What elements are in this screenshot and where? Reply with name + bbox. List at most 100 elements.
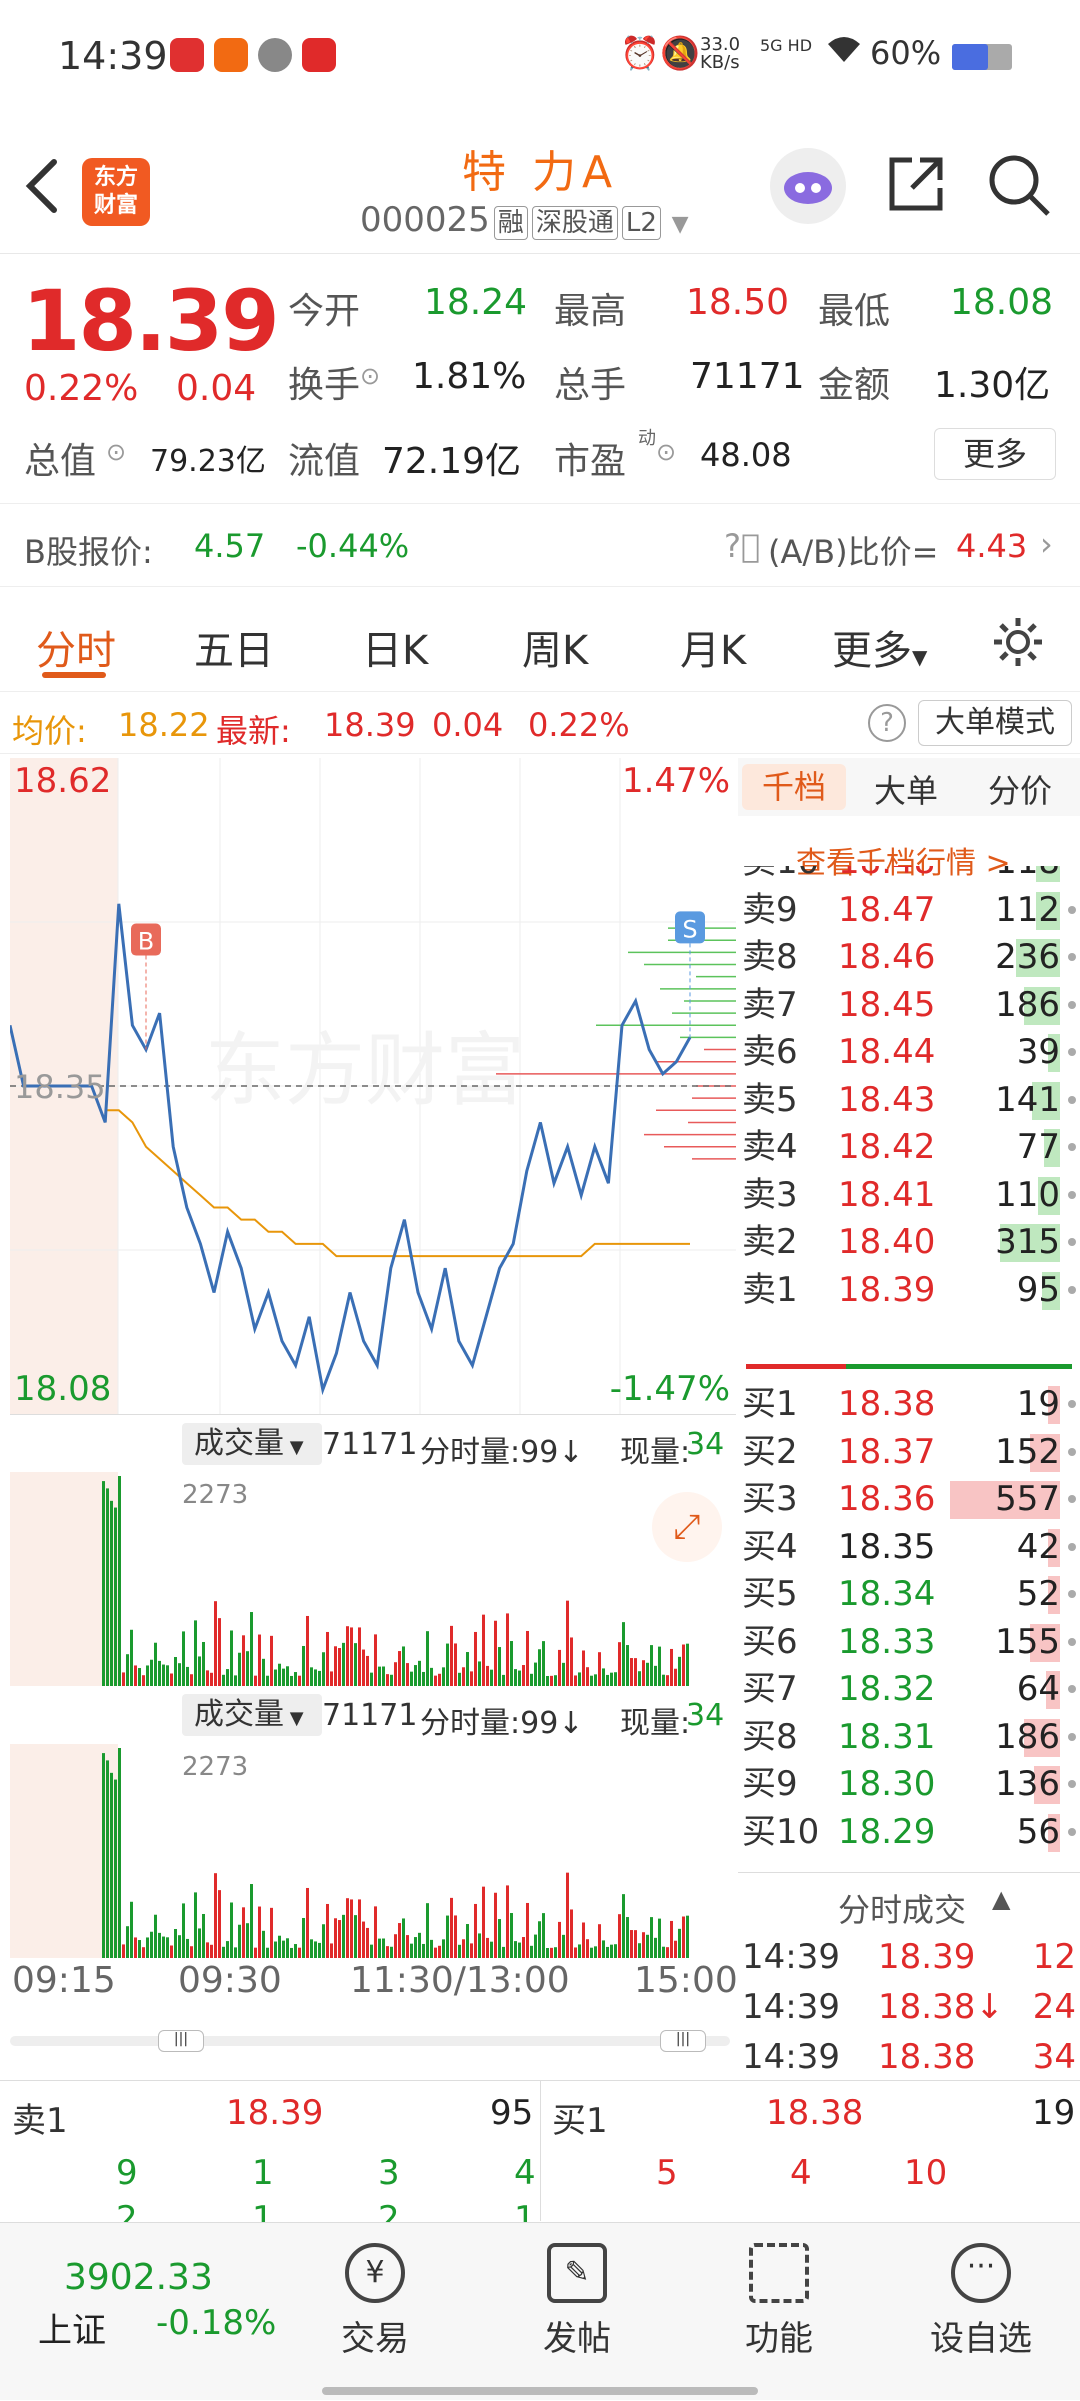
bid-row[interactable]: 买4 18.35 42 [738,1523,1080,1571]
nav-functions[interactable]: 功能 [714,2243,844,2360]
tab-monthly-k[interactable]: 月K [680,618,746,676]
level-dot [1068,1400,1076,1408]
tab-daily-k[interactable]: 日K [362,618,428,676]
volume-bar [142,1675,145,1686]
open-value: 18.24 [424,282,528,323]
bid-row[interactable]: 买1 18.38 19 [738,1380,1080,1428]
queue-order: 5 [656,2153,678,2193]
price-summary-line: 均价: 18.22 最新: 18.39 0.04 0.22% ? 大单模式 [0,692,1080,754]
ask-row[interactable]: 卖4 18.42 77 [738,1123,1080,1171]
tab-more[interactable]: 更多▼ [832,618,927,676]
volume-bar [334,1918,337,1958]
help-icon[interactable]: ? [868,704,906,742]
info-icon[interactable]: ⊙ [360,362,380,390]
info-icon[interactable]: ⊙ [656,438,676,466]
nav-add-watchlist[interactable]: ··· 设自选 [916,2243,1046,2360]
ask-row[interactable]: 卖2 18.40 315 [738,1218,1080,1266]
volume-bar [138,1668,141,1686]
alarm-icon: ⏰ [620,34,660,72]
volume-bar [394,1934,397,1958]
level-price: 18.40 [838,1222,936,1262]
tab-five-day[interactable]: 五日 [194,618,274,676]
volume-bar [262,1658,265,1686]
volume-bar [546,1675,549,1686]
level-price: 18.45 [838,984,936,1025]
volume-bar [470,1671,473,1686]
ask-row[interactable]: 卖7 18.45 186 [738,981,1080,1029]
volume-bar [126,1926,129,1958]
slider-track [10,2036,730,2046]
expand-icon[interactable]: ⤢ [652,1492,722,1562]
bid-row[interactable]: 买10 18.29 56 [738,1808,1080,1856]
y-bottom-label: 18.08 [14,1369,111,1409]
volume-bar [322,1924,325,1958]
ask-row[interactable]: 卖1 18.39 95 [738,1266,1080,1314]
volume-bar [538,1649,541,1686]
volume-bar [334,1646,337,1686]
app-notification-icon [302,38,336,72]
tab-price-distribution[interactable]: 分价 [988,766,1052,812]
volume-bar [270,1907,273,1958]
volume-bar [554,1947,557,1958]
bid-row[interactable]: 买2 18.37 152 [738,1428,1080,1476]
ask-row[interactable]: 卖3 18.41 110 [738,1171,1080,1219]
share-icon[interactable] [884,152,948,220]
tab-weekly-k[interactable]: 周K [522,618,588,676]
time-range-slider[interactable]: ||| ||| [10,2030,730,2052]
volume-bar [506,1613,509,1686]
bottom-navbar: 3902.33 上证 -0.18% ¥ 交易 ✎ 发帖 功能 ··· 设自选 [0,2222,1080,2400]
bid-row[interactable]: 买9 18.30 136 [738,1760,1080,1808]
ask-row[interactable]: 卖9 18.47 112 [738,886,1080,934]
search-icon[interactable] [986,152,1052,222]
volume-bar [682,1644,685,1686]
level-volume: 95 [1016,1269,1060,1310]
robot-assistant-icon[interactable] [770,148,846,224]
big-order-mode-button[interactable]: 大单模式 [918,700,1072,746]
volume-indicator-select[interactable]: 成交量 ▼ [182,1423,322,1465]
slider-handle-right[interactable]: ||| [660,2030,706,2052]
stock-code-line[interactable]: 000025 融深股通 L2 ▼ [360,200,689,240]
volume-bar [198,1928,201,1958]
marker-label: B [138,928,154,956]
help-icon[interactable]: ?⃝ [724,527,760,565]
volume-bar [410,1671,413,1686]
index-ticker[interactable]: 3902.33 上证 -0.18% [0,2223,280,2401]
bid-row[interactable]: 买7 18.32 64 [738,1665,1080,1713]
level-price: 18.37 [838,1431,936,1472]
volume-bar [678,1928,681,1958]
ask-row[interactable]: 卖6 18.44 39 [738,1028,1080,1076]
bid-row[interactable]: 买6 18.33 155 [738,1618,1080,1666]
volume-bar [442,1667,445,1686]
nav-trade[interactable]: ¥ 交易 [310,2243,440,2360]
slider-handle-left[interactable]: ||| [158,2030,204,2052]
app-notification-icon [214,38,248,72]
volume-bar [118,1748,121,1958]
caret-up-icon[interactable]: ▲ [992,1885,1010,1913]
volume-bar [526,1902,529,1958]
volume-bar [586,1667,589,1686]
queue-sell-volume: 95 [490,2093,534,2133]
volume-indicator-select-2[interactable]: 成交量 ▼ [182,1694,322,1736]
volume-bar [330,1943,333,1958]
volume-bar [266,1675,269,1686]
more-button[interactable]: 更多 [934,428,1056,480]
nav-post[interactable]: ✎ 发帖 [512,2243,642,2360]
volume-bar [630,1658,633,1686]
bid-row[interactable]: 买8 18.31 186 [738,1713,1080,1761]
volume-bar [650,1917,653,1958]
tab-more-label: 更多 [832,628,912,674]
tab-thousand-level[interactable]: 千档 [742,764,846,810]
ask-row[interactable]: 卖8 18.46 236 [738,933,1080,981]
tab-intraday[interactable]: 分时 [36,618,116,676]
settings-gear-icon[interactable] [990,614,1046,674]
ask-row[interactable]: 卖10 18.48 118 [738,866,1080,886]
level-price: 18.43 [838,1079,936,1120]
intraday-chart[interactable]: 东方财富 B S 18.62 18.35 18.08 1.47% -1.47% [8,758,736,1414]
b-share-row[interactable]: B股报价: 4.57 -0.44% ?⃝ (A/B)比价= 4.43 › [0,505,1080,587]
bid-row[interactable]: 买3 18.36 557 [738,1475,1080,1523]
level-volume: 118 [995,866,1060,886]
tab-big-order[interactable]: 大单 [874,766,938,812]
info-icon[interactable]: ⊙ [106,438,126,466]
ask-row[interactable]: 卖5 18.43 141 [738,1076,1080,1124]
bid-row[interactable]: 买5 18.34 52 [738,1570,1080,1618]
